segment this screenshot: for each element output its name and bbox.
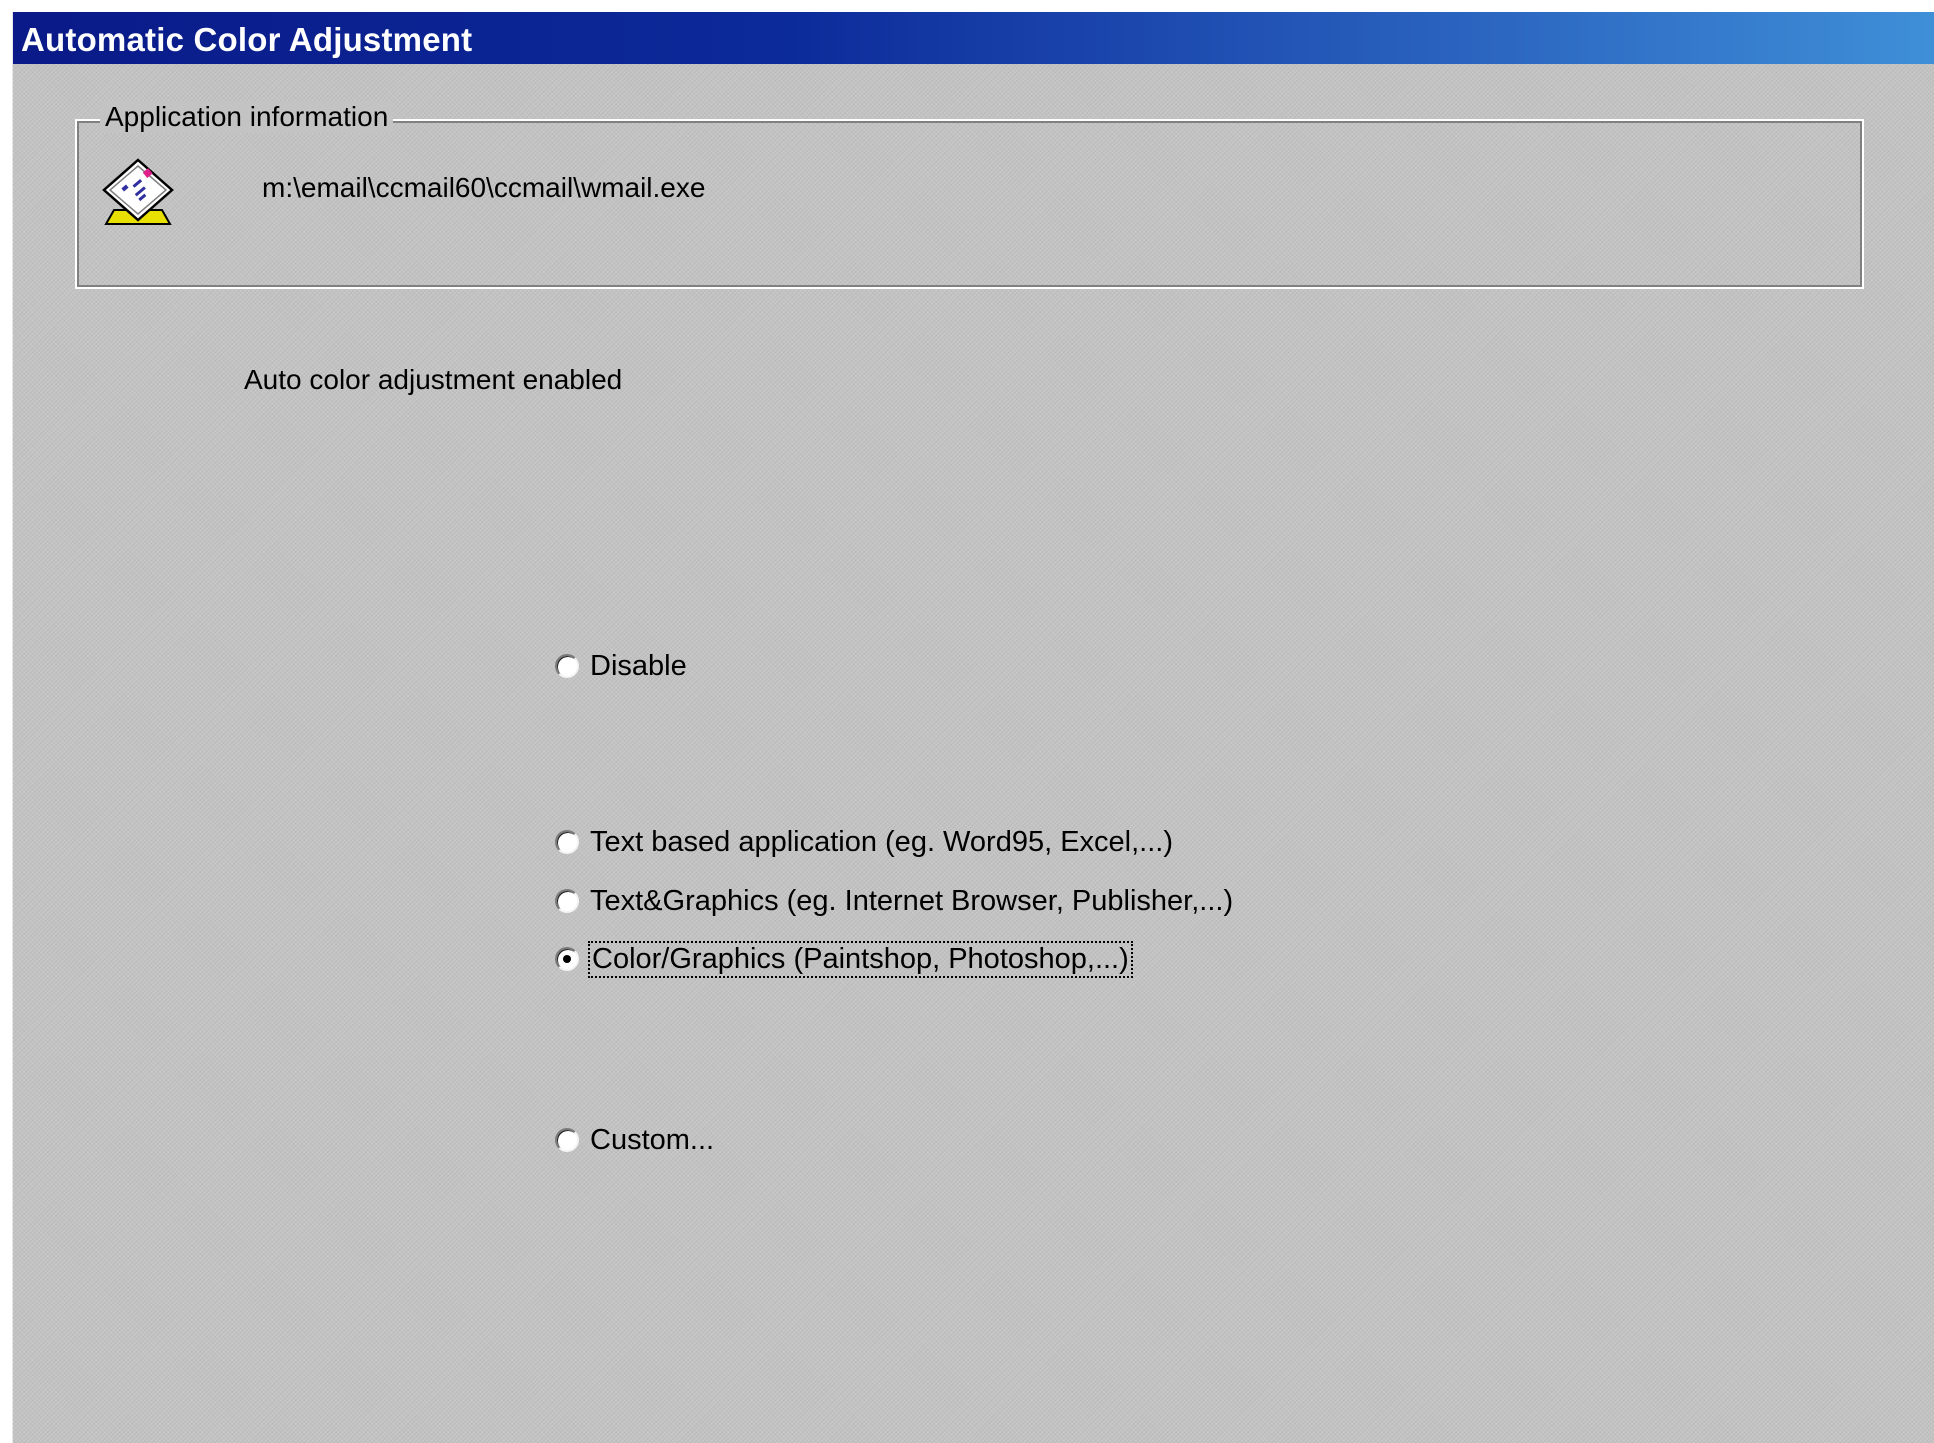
radio-label-text-graphics[interactable]: Text&Graphics (eg. Internet Browser, Pub…: [588, 885, 1235, 918]
radio-text-graphics[interactable]: Text&Graphics (eg. Internet Browser, Pub…: [555, 881, 1235, 921]
radio-label-disable[interactable]: Disable: [588, 650, 689, 683]
cc-mail-envelope-icon: [102, 158, 174, 225]
radio-text-based[interactable]: Text based application (eg. Word95, Exce…: [555, 822, 1175, 862]
radio-label-color-graphics[interactable]: Color/Graphics (Paintshop, Photoshop,...…: [588, 940, 1133, 978]
radio-color-graphics[interactable]: Color/Graphics (Paintshop, Photoshop,...…: [555, 939, 1133, 979]
title-bar[interactable]: Automatic Color Adjustment: [13, 12, 1934, 64]
radio-button-circle[interactable]: [555, 1128, 579, 1152]
radio-disable[interactable]: Disable: [555, 646, 689, 686]
application-info-groupbox: [75, 119, 1864, 289]
radio-button-circle[interactable]: [555, 889, 579, 913]
radio-label-custom[interactable]: Custom...: [588, 1124, 716, 1157]
groupbox-label: Application information: [100, 101, 394, 133]
auto-adjust-status: Auto color adjustment enabled: [244, 364, 623, 395]
window-title: Automatic Color Adjustment: [21, 21, 473, 58]
radio-button-circle[interactable]: [555, 830, 579, 854]
radio-button-circle-selected[interactable]: [555, 947, 579, 971]
radio-custom[interactable]: Custom...: [555, 1120, 716, 1160]
application-path: m:\email\ccmail60\ccmail\wmail.exe: [262, 172, 706, 203]
radio-label-text-based[interactable]: Text based application (eg. Word95, Exce…: [588, 826, 1175, 859]
radio-button-circle[interactable]: [555, 654, 579, 678]
